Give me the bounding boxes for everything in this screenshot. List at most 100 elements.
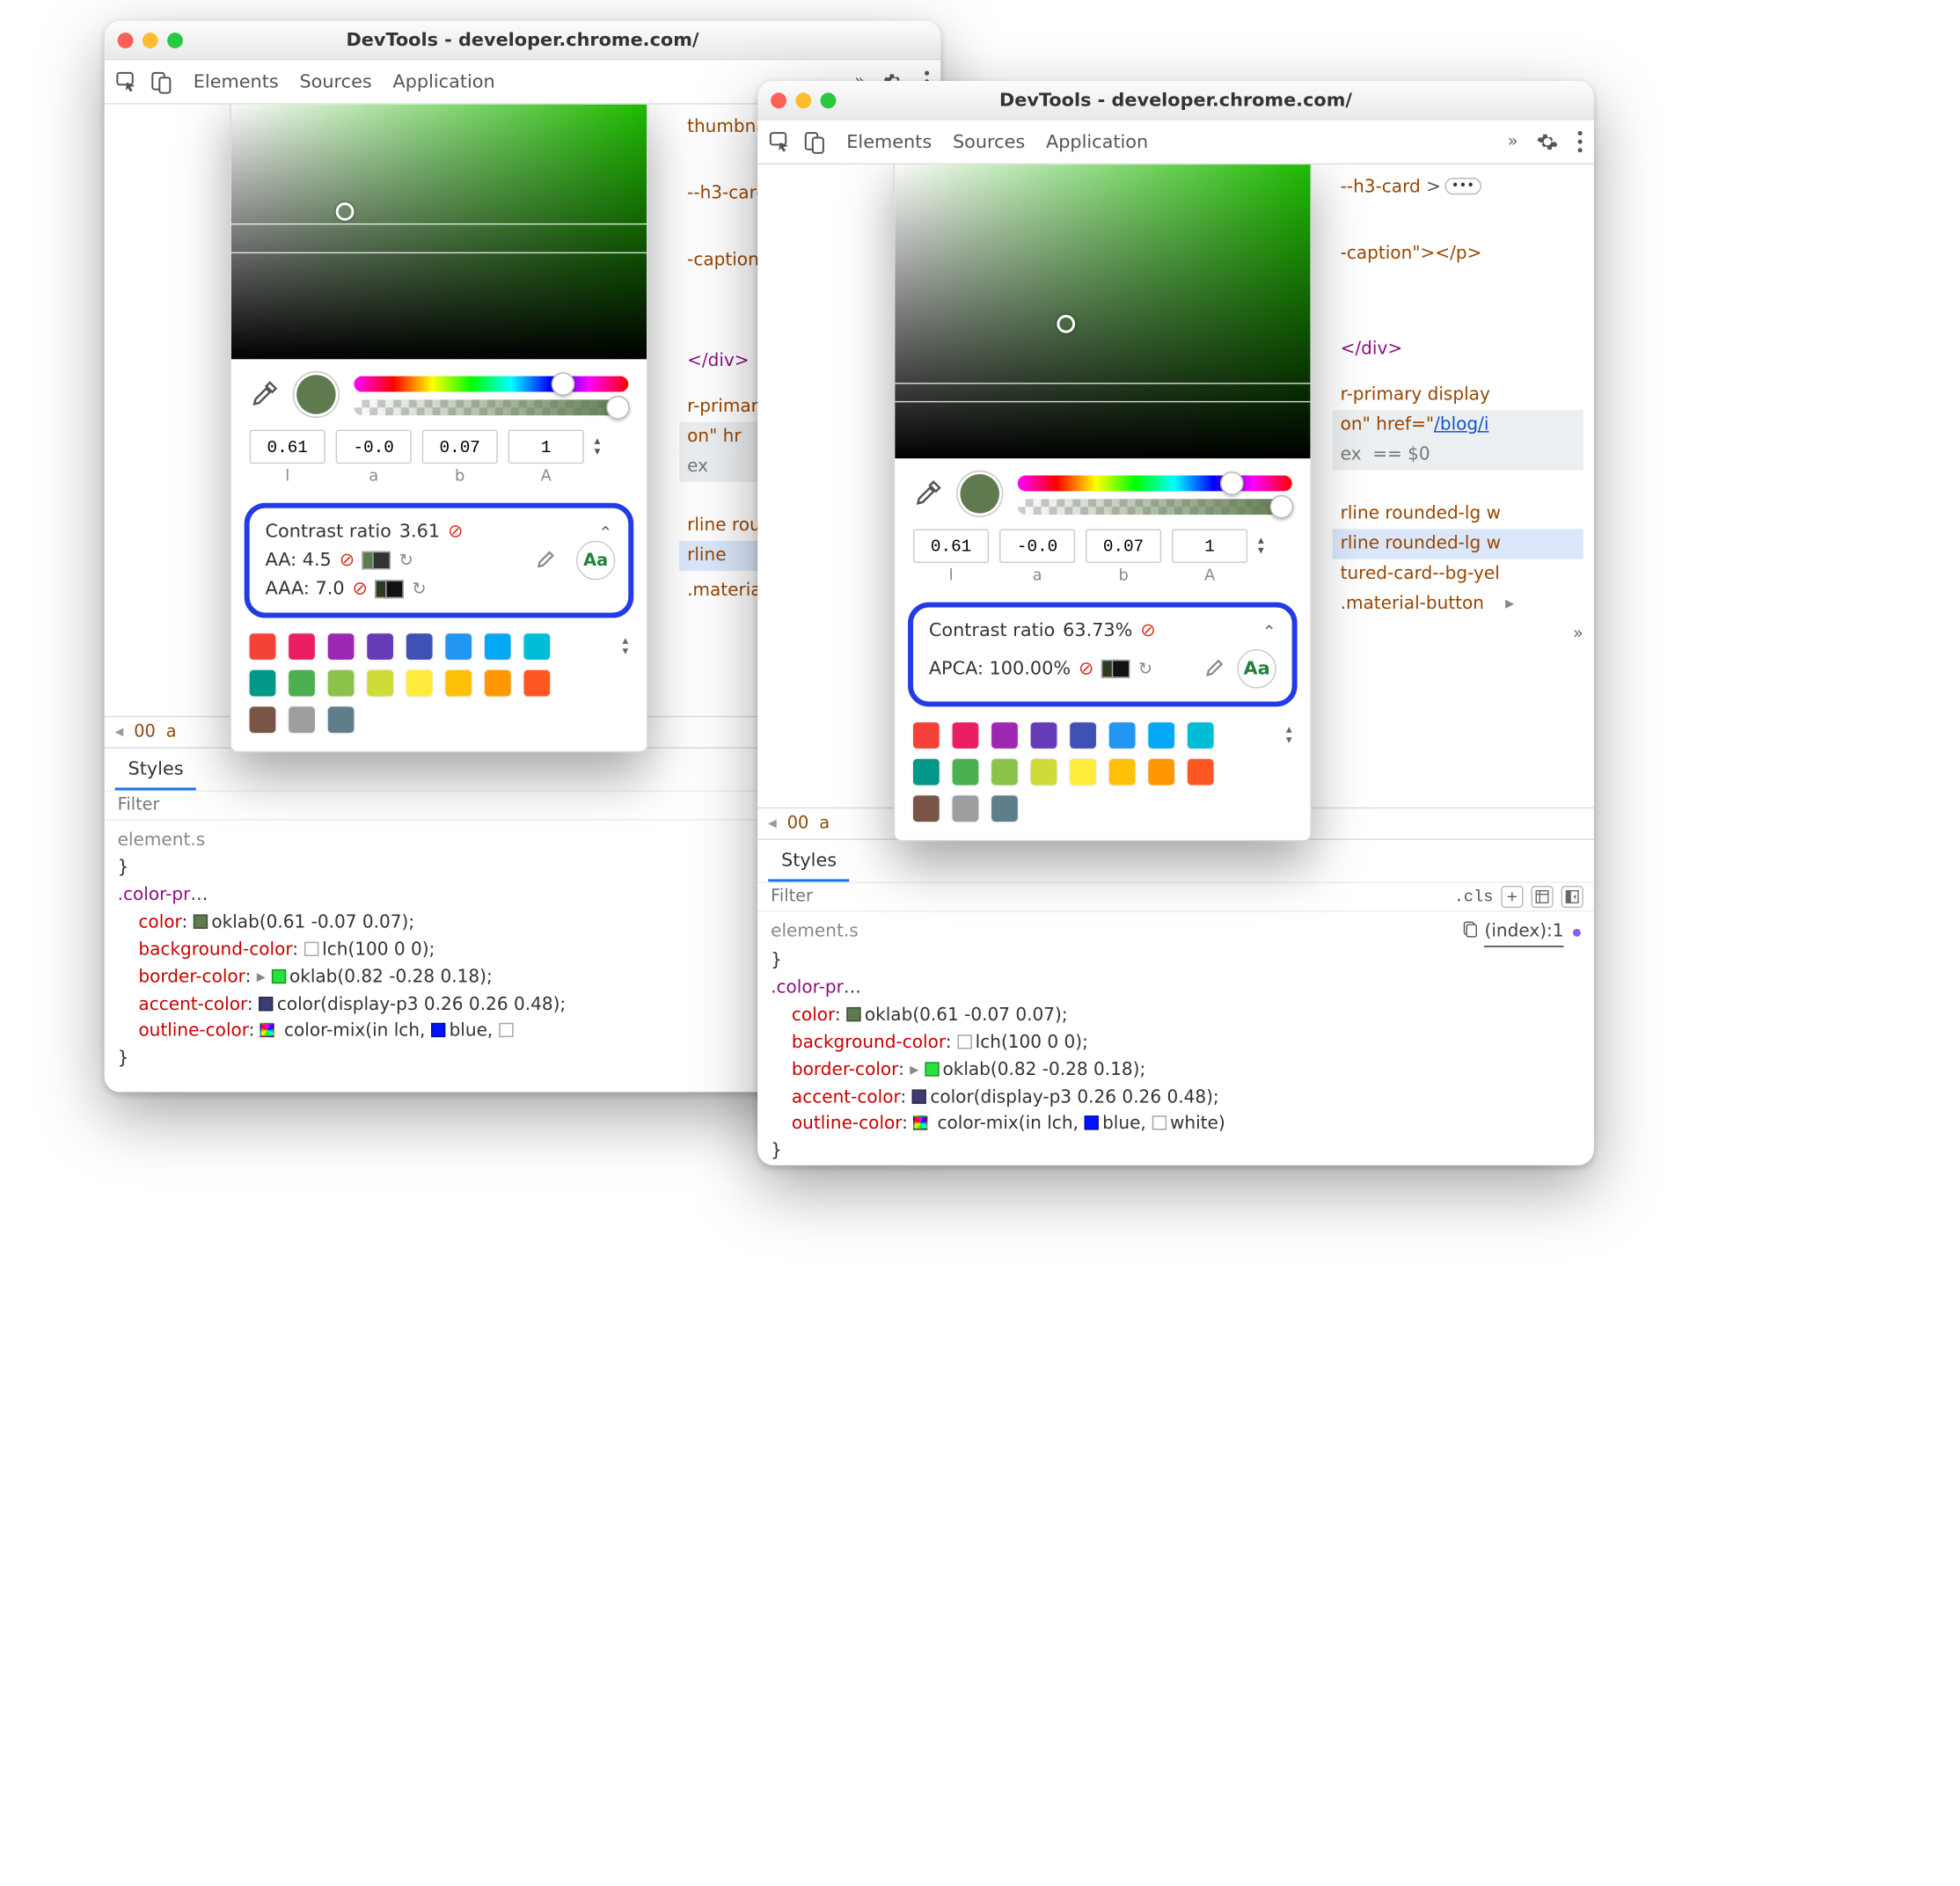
device-toggle-icon[interactable]	[149, 69, 172, 93]
alpha-handle[interactable]	[606, 396, 630, 420]
css-value[interactable]: oklab(0.82 -0.28 0.18);	[289, 966, 493, 987]
palette-swatch[interactable]	[1070, 722, 1096, 749]
palette-swatch[interactable]	[328, 633, 355, 660]
palette-swatch[interactable]	[406, 670, 433, 697]
source-link[interactable]: (index):1	[1485, 918, 1564, 947]
palette-swatch[interactable]	[1031, 722, 1057, 749]
palette-swatch[interactable]	[913, 795, 940, 822]
tab-styles[interactable]: Styles	[115, 751, 197, 791]
color-alpha-input[interactable]	[508, 430, 584, 464]
alpha-handle[interactable]	[1270, 495, 1294, 519]
palette-swatch[interactable]	[1031, 759, 1057, 786]
color-swatch[interactable]	[431, 1023, 445, 1037]
palette-swatch[interactable]	[485, 670, 511, 697]
saturation-handle[interactable]	[1057, 315, 1075, 333]
tab-elements[interactable]: Elements	[194, 71, 279, 92]
copy-icon[interactable]	[1462, 919, 1479, 947]
palette-swatch[interactable]	[953, 795, 979, 822]
palette-swatch[interactable]	[367, 670, 393, 697]
device-toggle-icon[interactable]	[802, 130, 826, 154]
color-swatch[interactable]	[913, 1116, 927, 1130]
inspect-element-icon[interactable]	[115, 69, 139, 93]
cls-toggle[interactable]: .cls	[1454, 888, 1494, 906]
palette-stepper[interactable]: ▴▾	[1286, 725, 1292, 746]
reload-icon[interactable]: ↻	[399, 551, 413, 570]
format-stepper[interactable]: ▴▾	[595, 436, 616, 457]
css-value[interactable]: color-mix(in lch,	[937, 1114, 1084, 1135]
apca-suggestion-swatch[interactable]	[1101, 660, 1130, 678]
css-value[interactable]: lch(100 0 0);	[976, 1032, 1088, 1053]
color-swatch[interactable]	[1152, 1116, 1166, 1130]
palette-swatch[interactable]	[445, 670, 472, 697]
color-a-input[interactable]	[999, 529, 1075, 563]
text-preview-badge[interactable]: Aa	[1237, 649, 1276, 689]
color-a-input[interactable]	[336, 430, 412, 464]
palette-swatch[interactable]	[250, 633, 276, 660]
palette-swatch[interactable]	[250, 706, 276, 733]
palette-swatch[interactable]	[445, 633, 472, 660]
palette-swatch[interactable]	[367, 633, 393, 660]
css-value[interactable]: oklab(0.82 -0.28 0.18);	[942, 1059, 1145, 1080]
color-swatch[interactable]	[499, 1023, 513, 1037]
saturation-field[interactable]	[231, 105, 647, 360]
css-value[interactable]: color-mix(in lch,	[284, 1020, 431, 1042]
palette-swatch[interactable]	[991, 722, 1018, 749]
saturation-handle[interactable]	[336, 202, 355, 221]
tab-styles[interactable]: Styles	[768, 843, 850, 882]
color-swatch[interactable]	[260, 1023, 274, 1037]
css-value[interactable]: color(display-p3 0.26 0.26 0.48);	[277, 993, 566, 1014]
tab-application[interactable]: Application	[392, 71, 494, 92]
pick-background-icon[interactable]	[534, 545, 560, 576]
color-swatch[interactable]	[912, 1089, 926, 1103]
reload-icon[interactable]: ↻	[412, 580, 426, 599]
palette-swatch[interactable]	[1188, 759, 1214, 786]
palette-swatch[interactable]	[328, 670, 355, 697]
color-swatch[interactable]	[271, 969, 285, 983]
palette-swatch[interactable]	[289, 706, 315, 733]
styles-filter-input[interactable]	[768, 886, 886, 908]
eyedropper-icon[interactable]	[913, 479, 942, 508]
palette-swatch[interactable]	[991, 759, 1018, 786]
aa-suggestion-swatch[interactable]	[362, 552, 391, 570]
color-swatch[interactable]	[846, 1007, 860, 1021]
color-b-input[interactable]	[422, 430, 498, 464]
palette-swatch[interactable]	[1188, 722, 1214, 749]
tabs-overflow-icon[interactable]: »	[1508, 132, 1518, 151]
styles-filter-input[interactable]	[115, 794, 233, 816]
palette-swatch[interactable]	[913, 759, 940, 786]
tab-sources[interactable]: Sources	[953, 131, 1025, 152]
eyedropper-icon[interactable]	[250, 380, 279, 409]
toggle-sidebar-icon[interactable]	[1561, 886, 1583, 908]
palette-stepper[interactable]: ▴▾	[623, 636, 629, 657]
hue-slider[interactable]	[1018, 476, 1292, 492]
color-l-input[interactable]	[250, 430, 325, 464]
saturation-field[interactable]	[895, 164, 1310, 458]
alpha-slider[interactable]	[1018, 499, 1292, 515]
breadcrumb-prev-icon[interactable]: ◂	[768, 814, 777, 833]
breadcrumb-prev-icon[interactable]: ◂	[115, 722, 124, 742]
css-value[interactable]: color(display-p3 0.26 0.26 0.48);	[930, 1086, 1218, 1107]
tab-elements[interactable]: Elements	[846, 131, 932, 152]
css-value[interactable]: oklab(0.61 -0.07 0.07);	[211, 911, 414, 932]
color-swatch[interactable]	[1084, 1116, 1098, 1130]
color-swatch[interactable]	[925, 1062, 939, 1076]
computed-panel-icon[interactable]	[1531, 886, 1553, 908]
new-style-rule-icon[interactable]: +	[1501, 886, 1523, 908]
palette-swatch[interactable]	[406, 633, 433, 660]
css-value[interactable]: oklab(0.61 -0.07 0.07);	[865, 1005, 1068, 1026]
hue-handle[interactable]	[1221, 472, 1245, 495]
text-preview-badge[interactable]: Aa	[576, 541, 616, 581]
palette-swatch[interactable]	[289, 633, 315, 660]
palette-swatch[interactable]	[1070, 759, 1096, 786]
tab-application[interactable]: Application	[1046, 131, 1148, 152]
color-swatch[interactable]	[194, 914, 208, 928]
aaa-suggestion-swatch[interactable]	[376, 580, 405, 598]
kebab-menu-icon[interactable]	[1576, 131, 1583, 153]
breadcrumb-item[interactable]: 00	[134, 722, 156, 742]
color-swatch[interactable]	[259, 996, 273, 1010]
palette-swatch[interactable]	[523, 633, 550, 660]
palette-swatch[interactable]	[523, 670, 550, 697]
palette-swatch[interactable]	[485, 633, 511, 660]
palette-swatch[interactable]	[991, 795, 1018, 822]
css-value[interactable]: lch(100 0 0);	[322, 939, 435, 960]
